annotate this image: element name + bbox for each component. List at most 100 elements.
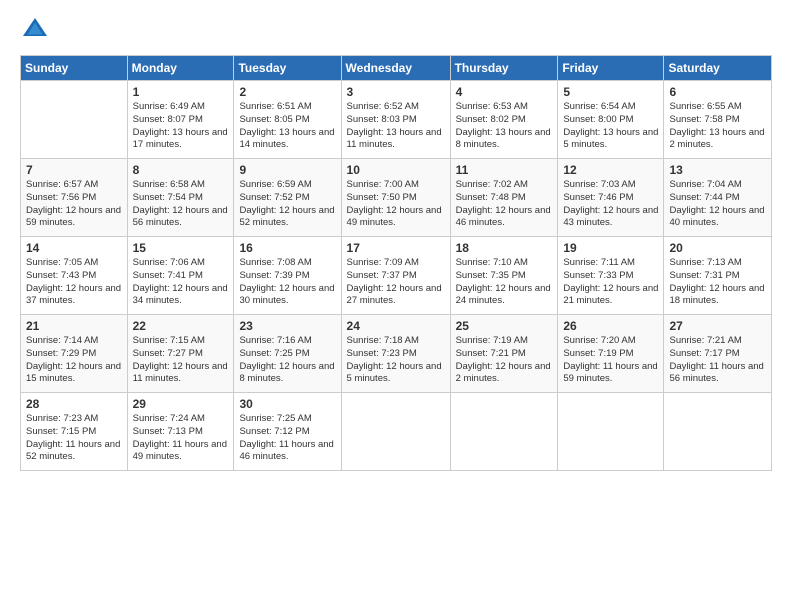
day-number: 22 xyxy=(133,319,229,333)
day-info: Sunrise: 6:53 AM Sunset: 8:02 PM Dayligh… xyxy=(456,101,553,152)
day-info: Sunrise: 7:15 AM Sunset: 7:27 PM Dayligh… xyxy=(133,335,229,386)
day-cell xyxy=(341,393,450,471)
header-thursday: Thursday xyxy=(450,56,558,81)
logo-icon xyxy=(20,15,50,45)
day-cell: 17 Sunrise: 7:09 AM Sunset: 7:37 PM Dayli… xyxy=(341,237,450,315)
day-cell: 14 Sunrise: 7:05 AM Sunset: 7:43 PM Dayli… xyxy=(21,237,128,315)
day-number: 18 xyxy=(456,241,553,255)
day-number: 21 xyxy=(26,319,122,333)
day-cell: 20 Sunrise: 7:13 AM Sunset: 7:31 PM Dayli… xyxy=(664,237,772,315)
day-cell xyxy=(664,393,772,471)
day-cell: 19 Sunrise: 7:11 AM Sunset: 7:33 PM Dayli… xyxy=(558,237,664,315)
day-info: Sunrise: 7:21 AM Sunset: 7:17 PM Dayligh… xyxy=(669,335,766,386)
header-monday: Monday xyxy=(127,56,234,81)
day-cell xyxy=(558,393,664,471)
day-info: Sunrise: 7:16 AM Sunset: 7:25 PM Dayligh… xyxy=(239,335,335,386)
header-friday: Friday xyxy=(558,56,664,81)
day-number: 14 xyxy=(26,241,122,255)
day-info: Sunrise: 6:49 AM Sunset: 8:07 PM Dayligh… xyxy=(133,101,229,152)
day-cell: 6 Sunrise: 6:55 AM Sunset: 7:58 PM Daylig… xyxy=(664,81,772,159)
day-cell xyxy=(450,393,558,471)
header xyxy=(20,15,772,45)
day-number: 20 xyxy=(669,241,766,255)
calendar-table: SundayMondayTuesdayWednesdayThursdayFrid… xyxy=(20,55,772,471)
day-cell: 29 Sunrise: 7:24 AM Sunset: 7:13 PM Dayli… xyxy=(127,393,234,471)
day-cell: 1 Sunrise: 6:49 AM Sunset: 8:07 PM Daylig… xyxy=(127,81,234,159)
day-cell: 9 Sunrise: 6:59 AM Sunset: 7:52 PM Daylig… xyxy=(234,159,341,237)
day-info: Sunrise: 7:03 AM Sunset: 7:46 PM Dayligh… xyxy=(563,179,658,230)
day-info: Sunrise: 7:19 AM Sunset: 7:21 PM Dayligh… xyxy=(456,335,553,386)
day-info: Sunrise: 7:06 AM Sunset: 7:41 PM Dayligh… xyxy=(133,257,229,308)
logo xyxy=(20,15,54,45)
day-number: 28 xyxy=(26,397,122,411)
week-row-5: 28 Sunrise: 7:23 AM Sunset: 7:15 PM Dayli… xyxy=(21,393,772,471)
day-info: Sunrise: 7:00 AM Sunset: 7:50 PM Dayligh… xyxy=(347,179,445,230)
day-cell: 22 Sunrise: 7:15 AM Sunset: 7:27 PM Dayli… xyxy=(127,315,234,393)
day-info: Sunrise: 7:10 AM Sunset: 7:35 PM Dayligh… xyxy=(456,257,553,308)
day-number: 8 xyxy=(133,163,229,177)
day-cell: 15 Sunrise: 7:06 AM Sunset: 7:41 PM Dayli… xyxy=(127,237,234,315)
day-number: 7 xyxy=(26,163,122,177)
day-number: 17 xyxy=(347,241,445,255)
day-info: Sunrise: 6:57 AM Sunset: 7:56 PM Dayligh… xyxy=(26,179,122,230)
day-cell: 11 Sunrise: 7:02 AM Sunset: 7:48 PM Dayli… xyxy=(450,159,558,237)
day-number: 3 xyxy=(347,85,445,99)
day-info: Sunrise: 6:51 AM Sunset: 8:05 PM Dayligh… xyxy=(239,101,335,152)
day-info: Sunrise: 7:23 AM Sunset: 7:15 PM Dayligh… xyxy=(26,413,122,464)
week-row-3: 14 Sunrise: 7:05 AM Sunset: 7:43 PM Dayli… xyxy=(21,237,772,315)
day-number: 15 xyxy=(133,241,229,255)
day-number: 29 xyxy=(133,397,229,411)
day-info: Sunrise: 7:24 AM Sunset: 7:13 PM Dayligh… xyxy=(133,413,229,464)
day-number: 6 xyxy=(669,85,766,99)
day-number: 19 xyxy=(563,241,658,255)
page: SundayMondayTuesdayWednesdayThursdayFrid… xyxy=(0,0,792,612)
day-number: 2 xyxy=(239,85,335,99)
day-cell: 7 Sunrise: 6:57 AM Sunset: 7:56 PM Daylig… xyxy=(21,159,128,237)
day-cell: 4 Sunrise: 6:53 AM Sunset: 8:02 PM Daylig… xyxy=(450,81,558,159)
day-cell: 24 Sunrise: 7:18 AM Sunset: 7:23 PM Dayli… xyxy=(341,315,450,393)
day-cell: 30Sunrise: 7:25 AM Sunset: 7:12 PM Dayli… xyxy=(234,393,341,471)
day-number: 27 xyxy=(669,319,766,333)
day-number: 24 xyxy=(347,319,445,333)
day-number: 16 xyxy=(239,241,335,255)
day-number: 4 xyxy=(456,85,553,99)
day-info: Sunrise: 7:09 AM Sunset: 7:37 PM Dayligh… xyxy=(347,257,445,308)
day-cell: 13 Sunrise: 7:04 AM Sunset: 7:44 PM Dayli… xyxy=(664,159,772,237)
day-cell: 27 Sunrise: 7:21 AM Sunset: 7:17 PM Dayli… xyxy=(664,315,772,393)
day-cell: 12Sunrise: 7:03 AM Sunset: 7:46 PM Dayli… xyxy=(558,159,664,237)
day-info: Sunrise: 7:14 AM Sunset: 7:29 PM Dayligh… xyxy=(26,335,122,386)
day-info: Sunrise: 7:04 AM Sunset: 7:44 PM Dayligh… xyxy=(669,179,766,230)
day-info: Sunrise: 6:52 AM Sunset: 8:03 PM Dayligh… xyxy=(347,101,445,152)
week-row-1: 1 Sunrise: 6:49 AM Sunset: 8:07 PM Daylig… xyxy=(21,81,772,159)
day-info: Sunrise: 7:05 AM Sunset: 7:43 PM Dayligh… xyxy=(26,257,122,308)
day-info: Sunrise: 7:13 AM Sunset: 7:31 PM Dayligh… xyxy=(669,257,766,308)
day-cell: 26Sunrise: 7:20 AM Sunset: 7:19 PM Dayli… xyxy=(558,315,664,393)
day-cell: 18 Sunrise: 7:10 AM Sunset: 7:35 PM Dayli… xyxy=(450,237,558,315)
day-cell xyxy=(21,81,128,159)
day-info: Sunrise: 7:20 AM Sunset: 7:19 PM Dayligh… xyxy=(563,335,658,386)
header-wednesday: Wednesday xyxy=(341,56,450,81)
day-info: Sunrise: 6:58 AM Sunset: 7:54 PM Dayligh… xyxy=(133,179,229,230)
day-cell: 21 Sunrise: 7:14 AM Sunset: 7:29 PM Dayli… xyxy=(21,315,128,393)
day-info: Sunrise: 7:08 AM Sunset: 7:39 PM Dayligh… xyxy=(239,257,335,308)
day-info: Sunrise: 7:18 AM Sunset: 7:23 PM Dayligh… xyxy=(347,335,445,386)
day-cell: 28 Sunrise: 7:23 AM Sunset: 7:15 PM Dayli… xyxy=(21,393,128,471)
week-row-4: 21 Sunrise: 7:14 AM Sunset: 7:29 PM Dayli… xyxy=(21,315,772,393)
day-cell: 16 Sunrise: 7:08 AM Sunset: 7:39 PM Dayli… xyxy=(234,237,341,315)
day-number: 13 xyxy=(669,163,766,177)
day-number: 10 xyxy=(347,163,445,177)
day-info: Sunrise: 6:54 AM Sunset: 8:00 PM Dayligh… xyxy=(563,101,658,152)
day-number: 1 xyxy=(133,85,229,99)
day-info: Sunrise: 6:59 AM Sunset: 7:52 PM Dayligh… xyxy=(239,179,335,230)
day-info: Sunrise: 7:11 AM Sunset: 7:33 PM Dayligh… xyxy=(563,257,658,308)
day-cell: 3 Sunrise: 6:52 AM Sunset: 8:03 PM Daylig… xyxy=(341,81,450,159)
day-cell: 5Sunrise: 6:54 AM Sunset: 8:00 PM Daylig… xyxy=(558,81,664,159)
day-number: 25 xyxy=(456,319,553,333)
day-cell: 8 Sunrise: 6:58 AM Sunset: 7:54 PM Daylig… xyxy=(127,159,234,237)
day-cell: 25 Sunrise: 7:19 AM Sunset: 7:21 PM Dayli… xyxy=(450,315,558,393)
day-info: Sunrise: 6:55 AM Sunset: 7:58 PM Dayligh… xyxy=(669,101,766,152)
day-number: 9 xyxy=(239,163,335,177)
day-number: 11 xyxy=(456,163,553,177)
header-saturday: Saturday xyxy=(664,56,772,81)
day-info: Sunrise: 7:02 AM Sunset: 7:48 PM Dayligh… xyxy=(456,179,553,230)
